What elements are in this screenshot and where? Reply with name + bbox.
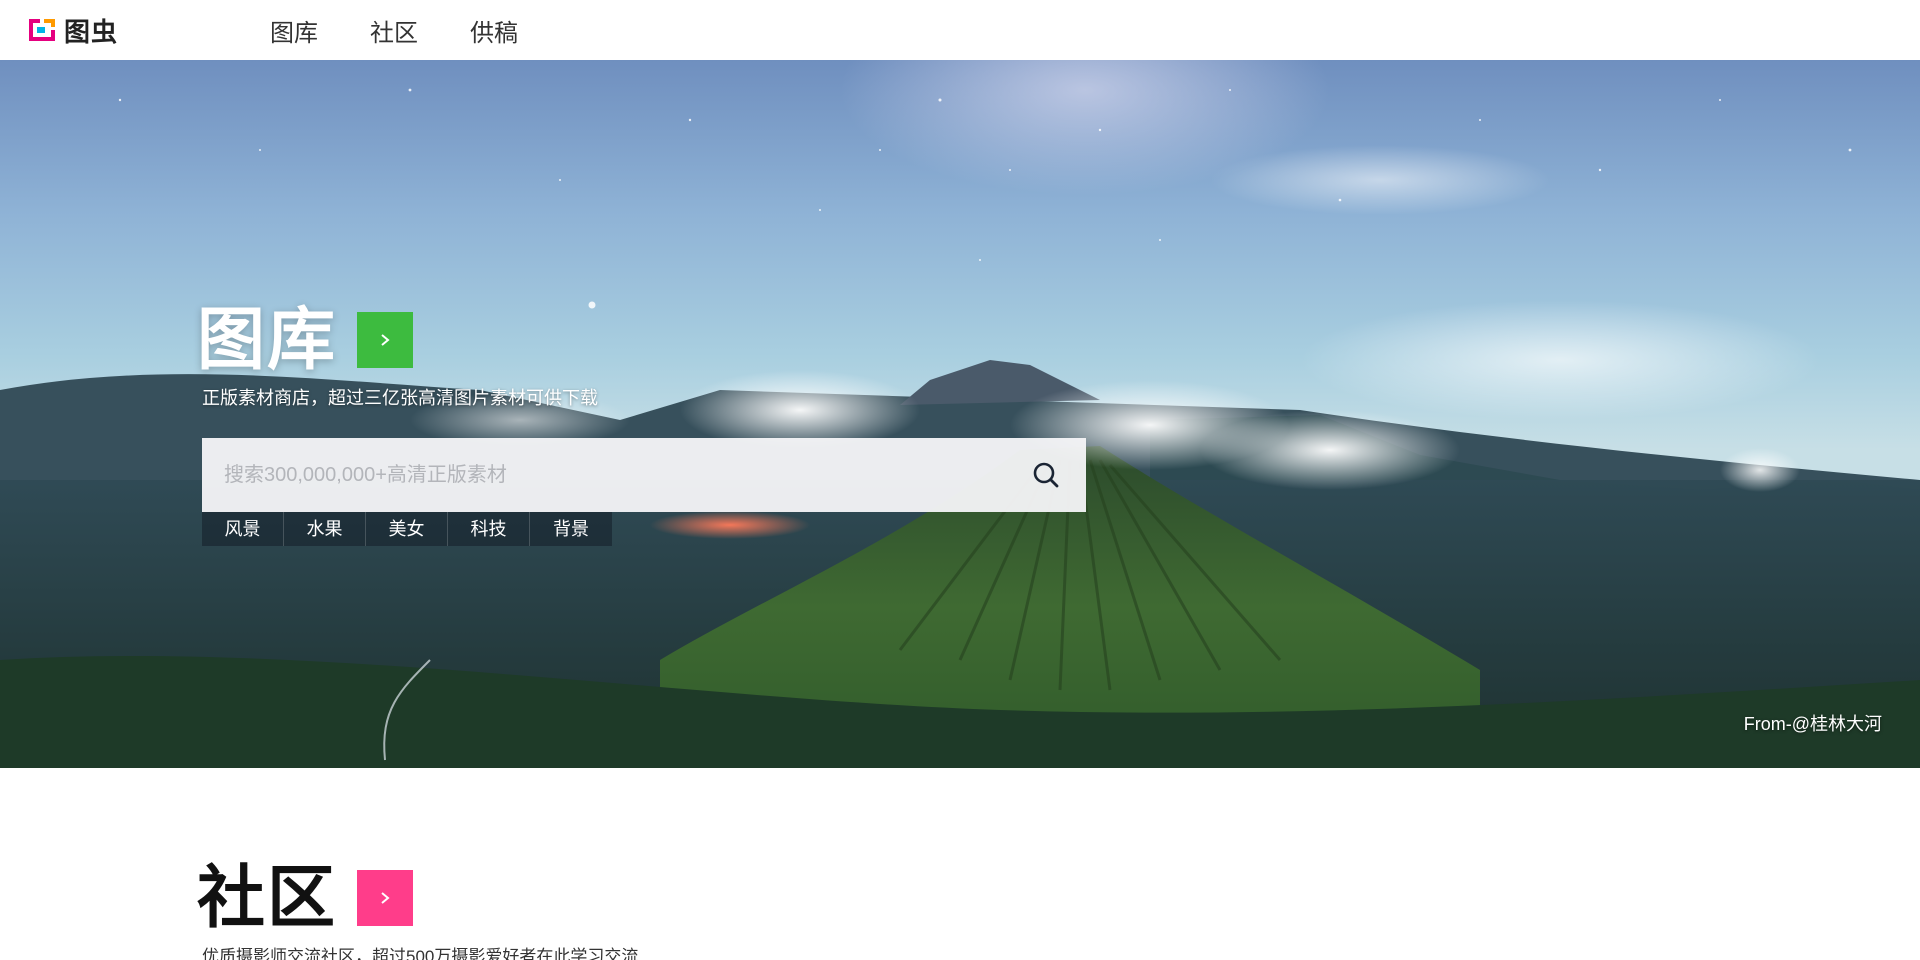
tag-background[interactable]: 背景 (530, 512, 612, 546)
hero-subtitle: 正版素材商店，超过三亿张高清图片素材可供下载 (202, 388, 598, 408)
tuchong-logo-icon (26, 16, 58, 44)
nav-item-gallery[interactable]: 图库 (270, 13, 318, 48)
search-bar (202, 438, 1086, 512)
site-logo[interactable]: 图虫 (26, 15, 118, 47)
chevron-right-icon (381, 334, 390, 346)
logo-wordmark: 图虫 (64, 16, 119, 47)
tag-fruit[interactable]: 水果 (284, 512, 366, 546)
community-subtitle: 优质摄影师交流社区，超过500万摄影爱好者在此学习交流 (202, 947, 639, 960)
community-title-row: 社区 (197, 860, 414, 936)
nav-item-contribute[interactable]: 供稿 (470, 13, 518, 48)
hero-enter-button[interactable] (357, 312, 414, 368)
tag-technology[interactable]: 科技 (448, 512, 530, 546)
search-button[interactable] (1006, 438, 1086, 512)
main-nav: 图库 社区 供稿 (270, 0, 570, 60)
search-icon (1033, 462, 1059, 488)
photo-credit[interactable]: From-@桂林大河 (1744, 710, 1882, 736)
community-title: 社区 (197, 860, 338, 936)
nav-item-community[interactable]: 社区 (370, 13, 418, 48)
community-enter-button[interactable] (357, 870, 414, 926)
hot-search-tags: 风景 水果 美女 科技 背景 (202, 512, 612, 546)
top-navigation-bar: 图虫 图库 社区 供稿 (0, 0, 1920, 60)
volcano-landscape-photo (0, 60, 1920, 768)
hero-title-row: 图库 (197, 302, 414, 378)
chevron-right-icon (381, 892, 390, 904)
hero-banner: 图库 正版素材商店，超过三亿张高清图片素材可供下载 风景 水果 美女 科技 背景… (0, 60, 1920, 768)
tag-landscape[interactable]: 风景 (202, 512, 284, 546)
tag-beauty[interactable]: 美女 (366, 512, 448, 546)
hero-title: 图库 (197, 302, 338, 378)
search-input[interactable] (202, 438, 1006, 512)
